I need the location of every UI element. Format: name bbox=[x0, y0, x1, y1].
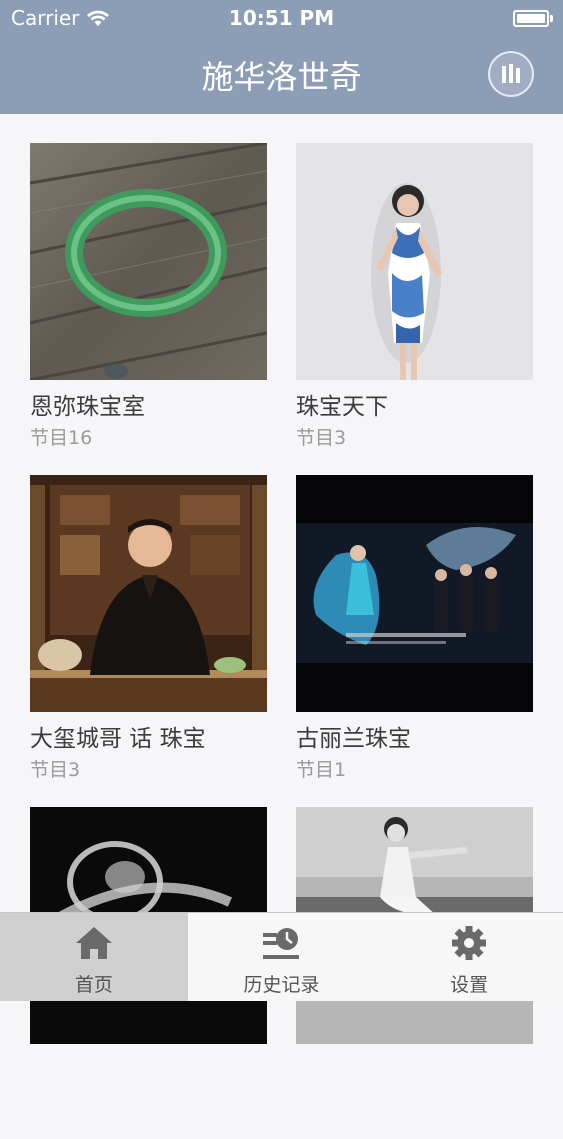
program-card[interactable]: 恩弥珠宝室 节目16 bbox=[30, 143, 267, 475]
fashion-ad-photo bbox=[296, 475, 533, 712]
tab-settings[interactable]: 设置 bbox=[375, 913, 563, 1001]
tab-home[interactable]: 首页 bbox=[0, 913, 188, 1001]
program-card[interactable]: 珠宝天下 节目3 bbox=[296, 143, 533, 475]
tab-history[interactable]: 历史记录 bbox=[188, 913, 376, 1001]
tab-bar: 首页 历史记录 设置 bbox=[0, 912, 563, 1001]
status-time: 10:51 PM bbox=[228, 6, 335, 30]
page-title: 施华洛世奇 bbox=[201, 58, 362, 96]
history-icon bbox=[263, 928, 300, 959]
tab-home-label: 首页 bbox=[74, 974, 113, 996]
navigation-bar: Carrier 10:51 PM 施华洛世奇 bbox=[0, 0, 563, 114]
program-title bbox=[296, 1056, 533, 1086]
home-icon bbox=[75, 927, 112, 959]
qipao-model-photo bbox=[296, 143, 533, 380]
program-card[interactable]: 古丽兰珠宝 节目1 bbox=[296, 475, 533, 807]
program-count: 节目16 bbox=[30, 427, 93, 449]
equalizer-icon bbox=[502, 64, 520, 83]
battery-icon bbox=[513, 10, 553, 27]
program-count: 节目1 bbox=[296, 759, 347, 781]
program-count bbox=[30, 1090, 267, 1114]
program-count: 节目3 bbox=[30, 759, 81, 781]
program-count: 节目3 bbox=[296, 427, 347, 449]
program-title: 恩弥珠宝室 bbox=[30, 394, 145, 420]
host-studio-photo bbox=[30, 475, 267, 712]
equalizer-button[interactable] bbox=[488, 51, 534, 97]
tab-history-label: 历史记录 bbox=[243, 974, 320, 996]
status-bar: Carrier 10:51 PM bbox=[0, 0, 563, 38]
program-title bbox=[30, 1056, 267, 1086]
gear-icon bbox=[452, 926, 487, 960]
program-title: 大玺城哥 话 珠宝 bbox=[30, 726, 206, 752]
program-title: 珠宝天下 bbox=[296, 394, 388, 420]
program-title: 古丽兰珠宝 bbox=[296, 726, 411, 752]
program-card[interactable]: 大玺城哥 话 珠宝 节目3 bbox=[30, 475, 267, 807]
program-count bbox=[296, 1090, 533, 1114]
tab-settings-label: 设置 bbox=[450, 974, 489, 996]
jade-bangle-photo bbox=[30, 143, 267, 380]
